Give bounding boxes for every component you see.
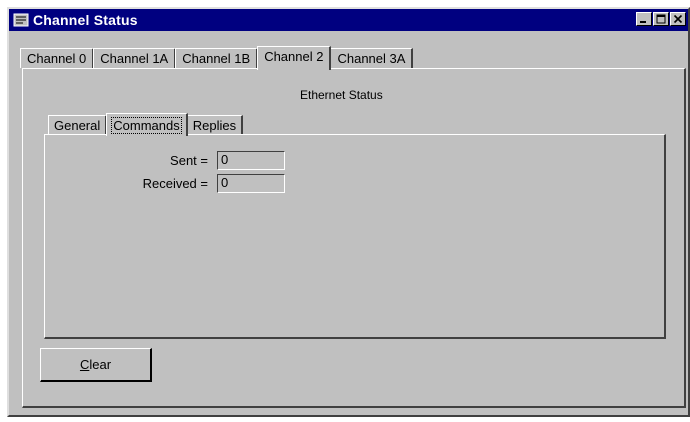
clear-label-rest: lear (89, 357, 112, 372)
subtab-label: Replies (192, 118, 237, 133)
title-bar[interactable]: Channel Status (9, 9, 688, 31)
panel-heading: Ethernet Status (300, 88, 383, 102)
maximize-icon (656, 14, 666, 24)
tab-replies[interactable]: Replies (186, 115, 244, 135)
tab-general[interactable]: General (48, 115, 108, 135)
tab-commands[interactable]: Commands (106, 113, 188, 136)
clear-mnemonic: C (79, 357, 90, 372)
window-title: Channel Status (33, 12, 138, 28)
minimize-button[interactable] (636, 12, 652, 26)
tab-channel-0[interactable]: Channel 0 (20, 48, 95, 68)
subtab-label: Commands (111, 116, 182, 134)
tab-channel-1b[interactable]: Channel 1B (175, 48, 259, 68)
tab-label: Channel 3A (337, 51, 406, 66)
app-icon (13, 13, 29, 27)
sent-label: Sent = (170, 153, 208, 168)
clear-button[interactable]: Clear (40, 348, 152, 382)
maximize-button[interactable] (653, 12, 669, 26)
subtab-label: General (54, 118, 101, 133)
received-label: Received = (142, 176, 208, 191)
received-field: 0 (217, 174, 285, 193)
tab-label: Channel 2 (264, 49, 324, 64)
channel-tab-strip: Channel 0 Channel 1A Channel 1B Channel … (20, 46, 414, 70)
sent-field: 0 (217, 151, 285, 170)
tab-label: Channel 0 (27, 51, 87, 66)
tab-channel-3a[interactable]: Channel 3A (330, 48, 414, 68)
tab-channel-2[interactable]: Channel 2 (257, 46, 332, 70)
tab-label: Channel 1A (100, 51, 169, 66)
tab-label: Channel 1B (182, 51, 251, 66)
tab-channel-1a[interactable]: Channel 1A (93, 48, 177, 68)
minimize-icon (640, 21, 646, 23)
close-button[interactable] (670, 12, 686, 26)
status-subtab-strip: General Commands Replies (48, 113, 244, 136)
close-icon (673, 14, 683, 24)
